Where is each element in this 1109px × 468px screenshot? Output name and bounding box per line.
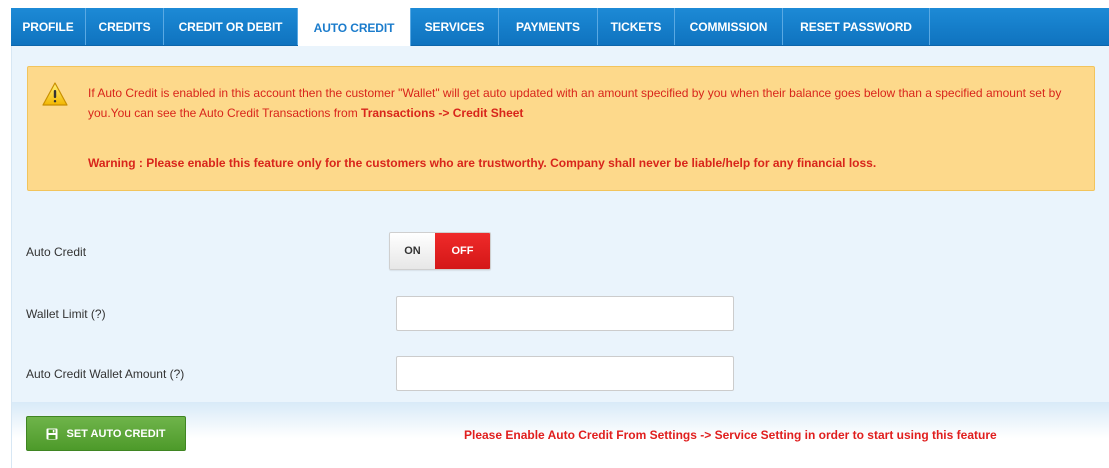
auto-credit-page: PROFILE CREDITS CREDIT OR DEBIT AUTO CRE… [0,0,1109,468]
tab-tickets[interactable]: TICKETS [598,8,675,45]
wallet-limit-input[interactable] [396,296,734,331]
alert-message: If Auto Credit is enabled in this accoun… [88,83,1083,123]
warning-alert: If Auto Credit is enabled in this accoun… [27,66,1095,191]
alert-message-text: If Auto Credit is enabled in this accoun… [88,86,1062,120]
set-auto-credit-button[interactable]: SET AUTO CREDIT [26,416,186,451]
tab-auto-credit[interactable]: AUTO CREDIT [298,8,411,47]
set-auto-credit-label: SET AUTO CREDIT [66,427,166,440]
auto-credit-toggle[interactable]: ON OFF [389,232,491,270]
auto-credit-panel: If Auto Credit is enabled in this accoun… [11,46,1109,468]
toggle-off-option[interactable]: OFF [435,233,490,269]
auto-credit-amount-label: Auto Credit Wallet Amount (?) [26,367,185,381]
tab-reset-password[interactable]: RESET PASSWORD [783,8,930,45]
auto-credit-label: Auto Credit [26,245,87,259]
tab-credit-or-debit[interactable]: CREDIT OR DEBIT [164,8,298,45]
wallet-limit-label: Wallet Limit (?) [26,307,106,321]
credit-sheet-link[interactable]: Transactions -> Credit Sheet [361,106,523,120]
tab-credits[interactable]: CREDITS [86,8,164,45]
auto-credit-amount-input[interactable] [396,356,734,391]
save-icon [46,428,58,440]
tab-profile[interactable]: PROFILE [11,8,86,45]
customer-tab-bar: PROFILE CREDITS CREDIT OR DEBIT AUTO CRE… [11,8,1109,47]
warning-icon [41,81,69,107]
toggle-on-option[interactable]: ON [390,233,435,269]
tab-services[interactable]: SERVICES [411,8,499,45]
alert-warning-text: Warning : Please enable this feature onl… [88,156,877,170]
tab-commission[interactable]: COMMISSION [675,8,783,45]
form-footer: SET AUTO CREDIT Please Enable Auto Credi… [12,402,1109,468]
enable-notice: Please Enable Auto Credit From Settings … [464,428,997,442]
tab-payments[interactable]: PAYMENTS [499,8,598,45]
